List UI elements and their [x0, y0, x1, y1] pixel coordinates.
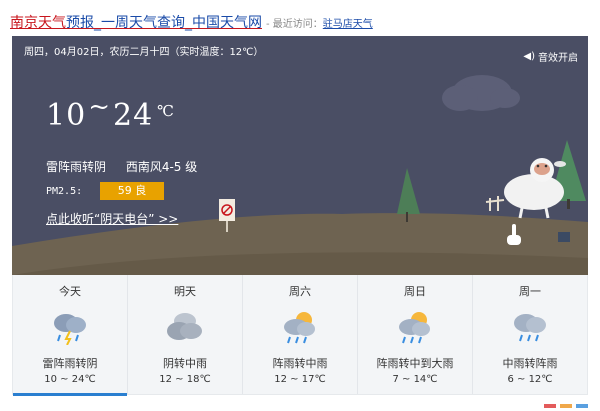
forecast-day-tomorrow[interactable]: 明天 阴转中雨 12 ~ 18℃ [127, 275, 242, 394]
rain-icon [514, 314, 546, 342]
footer-share-icons [544, 404, 588, 408]
forecast-day-name: 明天 [174, 285, 196, 298]
forecast-day-name: 今天 [59, 285, 81, 298]
forecast-day-saturday[interactable]: 周六 阵雨转中雨 12 ~ 17℃ [242, 275, 357, 394]
forecast-desc: 阴转中雨 [163, 357, 207, 370]
date-line: 周四，04月02日，农历二月十四（实时温度：12℃） [24, 47, 264, 58]
recent-visit-link[interactable]: 驻马店天气 [323, 19, 373, 30]
thunderstorm-icon [54, 314, 86, 345]
temp-unit: ℃ [157, 102, 175, 120]
air-quality-row: PM2.5: 59 良 [46, 182, 164, 200]
forecast-day-name: 周一 [519, 285, 541, 298]
sheep-illustration [504, 158, 566, 219]
forecast-desc: 雷阵雨转阴 [42, 357, 98, 370]
recent-visit-label: - 最近访问： [266, 19, 323, 30]
temp-separator: ~ [88, 92, 111, 122]
forecast-day-name: 周六 [289, 285, 311, 298]
forecast-temp: 12 ~ 17℃ [274, 374, 326, 385]
weather-condition: 雷阵雨转阴 [46, 160, 107, 174]
sound-toggle-label: 音效开启 [538, 53, 578, 64]
forecast-temp: 6 ~ 12℃ [507, 374, 553, 385]
page-title-link[interactable]: 南京天气预报_一周天气查询_中国天气网 [10, 15, 262, 31]
share-icon-blue[interactable] [576, 404, 588, 408]
cloud-illustration [442, 75, 520, 111]
share-icon-red[interactable] [544, 404, 556, 408]
forecast-day-monday[interactable]: 周一 中雨转阵雨 6 ~ 12℃ [472, 275, 587, 394]
forecast-desc: 阵雨转中到大雨 [376, 357, 454, 370]
title-rest: 预报_一周天气查询_中国天气网 [66, 15, 262, 31]
forecast-temp: 12 ~ 18℃ [159, 374, 211, 385]
forecast-day-name: 周日 [404, 285, 426, 298]
shower-icon [399, 312, 430, 344]
overcast-icon [167, 313, 202, 340]
forecast-desc: 中雨转阵雨 [502, 357, 558, 370]
forecast-strip: 今天 雷阵雨转阴 10 ~ 24℃ 明天 阴转中雨 12 ~ 18℃ 周六 阵雨… [12, 275, 588, 396]
temperature-range: 10 ~ 24 ℃ [46, 92, 175, 133]
forecast-day-sunday[interactable]: 周日 阵雨转中到大雨 7 ~ 14℃ [357, 275, 472, 394]
pm25-badge[interactable]: 59 良 [100, 182, 164, 200]
weather-scene-illustration [12, 75, 588, 275]
title-city: 南京天气 [10, 15, 66, 31]
forecast-day-today[interactable]: 今天 雷阵雨转阴 10 ~ 24℃ [13, 275, 127, 396]
page-header: 南京天气预报_一周天气查询_中国天气网 - 最近访问：驻马店天气 [10, 12, 373, 31]
wind-info: 西南风4-5 级 [125, 160, 198, 174]
shower-icon [284, 312, 315, 344]
forecast-temp: 7 ~ 14℃ [392, 374, 438, 385]
temp-low: 10 [46, 98, 87, 133]
share-icon-orange[interactable] [560, 404, 572, 408]
pm25-label: PM2.5: [46, 185, 83, 197]
weather-card: 周四，04月02日，农历二月十四（实时温度：12℃） ◀) 音效开启 10 ~ … [12, 36, 588, 275]
forecast-desc: 阵雨转中雨 [272, 357, 328, 370]
weather-radio-link[interactable]: 点此收听“阴天电台” >> [46, 210, 178, 227]
weather-condition-line: 雷阵雨转阴 西南风4-5 级 [46, 158, 197, 175]
forecast-temp: 10 ~ 24℃ [44, 374, 96, 385]
fence-illustration [485, 196, 505, 211]
bucket-illustration [558, 232, 570, 242]
active-day-indicator [13, 393, 127, 396]
sound-toggle[interactable]: ◀) 音效开启 [523, 49, 578, 64]
speaker-icon: ◀) [523, 51, 535, 62]
temp-high: 24 [112, 98, 154, 133]
